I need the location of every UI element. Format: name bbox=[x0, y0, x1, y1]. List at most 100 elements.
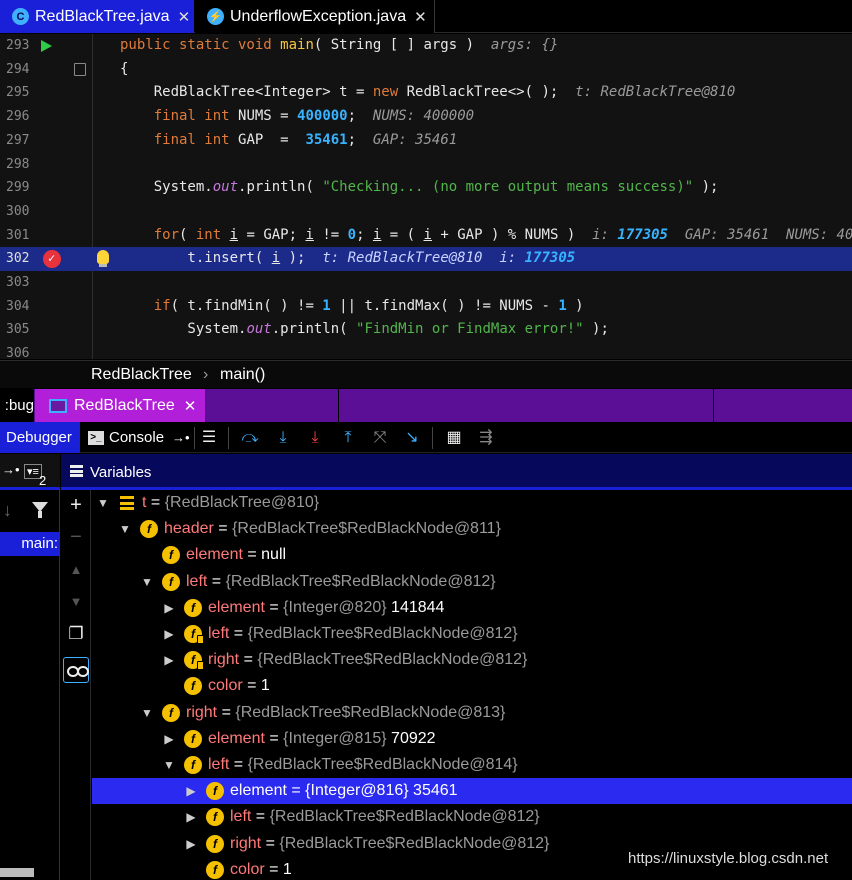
variable-row[interactable]: ▶ f element = {Integer@815} 70922 bbox=[92, 726, 852, 752]
close-icon[interactable]: ✕ bbox=[414, 8, 427, 26]
code-line[interactable]: 306 bbox=[0, 342, 852, 359]
step-into-icon[interactable]: ⤓ bbox=[273, 428, 293, 448]
step-over-icon[interactable]: ⤼ bbox=[240, 428, 260, 448]
code-line[interactable]: 302 t.insert( i ); t: RedBlackTree@810 i… bbox=[0, 247, 852, 271]
variable-row[interactable]: ▶ f right = {RedBlackTree$RedBlackNode@812… bbox=[92, 647, 852, 673]
debug-session-tab[interactable]: RedBlackTree ✕ bbox=[35, 389, 205, 422]
tab-debugger[interactable]: Debugger bbox=[0, 422, 80, 453]
variable-row[interactable]: f element = null bbox=[92, 542, 852, 568]
code-line[interactable]: 304 if( t.findMin( ) != 1 || t.findMax( … bbox=[0, 295, 852, 319]
line-number[interactable]: 294 bbox=[6, 58, 32, 82]
close-icon[interactable]: ✕ bbox=[178, 8, 191, 26]
trace-current-stream-icon[interactable]: ⇶ bbox=[476, 428, 496, 448]
code-line[interactable]: 293 public static void main( String [ ] a… bbox=[0, 34, 852, 58]
breadcrumb-method[interactable]: main() bbox=[220, 366, 265, 384]
line-number[interactable]: 300 bbox=[6, 200, 32, 224]
code-editor[interactable]: 293 public static void main( String [ ] a… bbox=[0, 34, 852, 359]
expand-arrow-icon[interactable]: ▶ bbox=[184, 831, 198, 857]
line-number[interactable]: 301 bbox=[6, 224, 32, 248]
line-number[interactable]: 298 bbox=[6, 153, 32, 177]
line-number[interactable]: 302 bbox=[6, 247, 32, 271]
line-number[interactable]: 305 bbox=[6, 318, 32, 342]
line-number[interactable]: 303 bbox=[6, 271, 32, 295]
code-line[interactable]: 301 for( int i = GAP; i != 0; i = ( i + … bbox=[0, 224, 852, 248]
code-line[interactable]: 303 bbox=[0, 271, 852, 295]
code-token: i bbox=[229, 226, 239, 243]
variable-row[interactable]: ▶ f left = {RedBlackTree$RedBlackNode@812} bbox=[92, 621, 852, 647]
collapse-arrow-icon[interactable]: ▼ bbox=[140, 569, 154, 595]
variable-name: right bbox=[230, 834, 262, 852]
line-number[interactable]: 295 bbox=[6, 81, 32, 105]
line-number[interactable]: 304 bbox=[6, 295, 32, 319]
breadcrumb-class[interactable]: RedBlackTree bbox=[91, 366, 192, 384]
move-up-icon[interactable]: ▲ bbox=[61, 562, 91, 577]
expand-arrow-icon[interactable]: ▶ bbox=[184, 804, 198, 830]
code-line[interactable]: 298 bbox=[0, 153, 852, 177]
code-line[interactable]: 294 { bbox=[0, 58, 852, 82]
code-line[interactable]: 300 bbox=[0, 200, 852, 224]
filter-icon[interactable] bbox=[32, 502, 48, 518]
run-to-cursor-icon[interactable]: ↘ bbox=[402, 428, 422, 448]
variable-row[interactable]: ▼ f left = {RedBlackTree$RedBlackNode@814} bbox=[92, 752, 852, 778]
variable-row[interactable]: ▼ f header = {RedBlackTree$RedBlackNode@81… bbox=[92, 516, 852, 542]
line-number[interactable]: 306 bbox=[6, 342, 32, 359]
tab-underflowexception-java[interactable]: ⚡ UnderflowException.java ✕ bbox=[195, 0, 435, 33]
evaluate-expression-icon[interactable]: ▦ bbox=[444, 428, 464, 448]
expand-arrow-icon[interactable]: ▶ bbox=[162, 647, 176, 673]
code-line[interactable]: 305 System.out.println( "FindMin or Find… bbox=[0, 318, 852, 342]
variable-text: element = {Integer@815} 70922 bbox=[208, 726, 436, 752]
expand-arrow-icon[interactable]: ▶ bbox=[162, 595, 176, 621]
show-execution-point-icon[interactable]: ☰ bbox=[199, 428, 219, 448]
tab-console[interactable]: >_ Console →• bbox=[84, 422, 190, 453]
line-number[interactable]: 297 bbox=[6, 129, 32, 153]
variable-row[interactable]: f color = 1 bbox=[92, 673, 852, 699]
threads-icon[interactable]: ▾≡ 2 bbox=[24, 464, 46, 488]
variable-row[interactable]: ▼ f right = {RedBlackTree$RedBlackNode@813… bbox=[92, 700, 852, 726]
force-step-into-icon[interactable]: ⤓ bbox=[305, 428, 325, 448]
variable-name: left bbox=[230, 808, 252, 826]
step-out-icon[interactable]: ⤒ bbox=[338, 428, 358, 448]
frame-item-main[interactable]: main: bbox=[0, 532, 60, 556]
variable-name: color bbox=[208, 677, 243, 695]
variable-row[interactable]: ▶ f element = {Integer@816} 35461 bbox=[92, 778, 852, 805]
collapse-arrow-icon[interactable]: ▼ bbox=[162, 752, 176, 778]
code-line[interactable]: 297 final int GAP = 35461; GAP: 35461 bbox=[0, 129, 852, 153]
variables-icon bbox=[70, 465, 83, 477]
breakpoint-icon[interactable] bbox=[43, 247, 61, 271]
drop-frame-icon[interactable]: ⤧ bbox=[370, 428, 390, 448]
move-down-icon[interactable]: ▼ bbox=[61, 594, 91, 609]
variable-row[interactable]: ▼ f left = {RedBlackTree$RedBlackNode@812} bbox=[92, 569, 852, 595]
close-icon[interactable]: ✕ bbox=[184, 397, 197, 415]
code-line[interactable]: 296 final int NUMS = 400000; NUMS: 40000… bbox=[0, 105, 852, 129]
console-pin-icon[interactable]: →• bbox=[172, 422, 190, 453]
show-watches-icon[interactable] bbox=[63, 657, 89, 683]
line-number[interactable]: 293 bbox=[6, 34, 32, 58]
fold-icon[interactable] bbox=[74, 62, 86, 76]
line-number[interactable]: 296 bbox=[6, 105, 32, 129]
horizontal-scrollbar[interactable] bbox=[0, 868, 34, 877]
code-line[interactable]: 295 RedBlackTree<Integer> t = new RedBla… bbox=[0, 81, 852, 105]
variable-text: header = {RedBlackTree$RedBlackNode@811} bbox=[164, 516, 501, 542]
expand-arrow-icon[interactable]: ▶ bbox=[162, 621, 176, 647]
restore-layout-icon[interactable]: →• bbox=[2, 462, 20, 477]
run-gutter-icon[interactable] bbox=[41, 40, 52, 52]
line-number[interactable]: 299 bbox=[6, 176, 32, 200]
collapse-arrow-icon[interactable]: ▼ bbox=[96, 490, 110, 516]
expand-arrow-icon[interactable]: ▶ bbox=[184, 778, 198, 804]
variable-row[interactable]: ▼ t = {RedBlackTree@810} bbox=[92, 490, 852, 516]
tab-redblacktree-java[interactable]: C RedBlackTree.java ✕ bbox=[0, 0, 194, 33]
variable-row[interactable]: ▶ f left = {RedBlackTree$RedBlackNode@812} bbox=[92, 804, 852, 830]
add-watch-icon[interactable]: + bbox=[61, 494, 91, 517]
variables-tree[interactable]: ▼ t = {RedBlackTree@810} ▼ f header = {RedBl… bbox=[92, 490, 852, 880]
code-text: if( t.findMin( ) != 1 || t.findMax( ) !=… bbox=[120, 295, 584, 319]
breadcrumb-separator: › bbox=[203, 366, 209, 383]
expand-arrow-icon[interactable]: ▶ bbox=[162, 726, 176, 752]
collapse-arrow-icon[interactable]: ▼ bbox=[140, 700, 154, 726]
intention-bulb-icon[interactable] bbox=[97, 250, 109, 268]
arrow-down-icon[interactable]: ↓ bbox=[3, 500, 12, 521]
remove-watch-icon[interactable]: − bbox=[61, 526, 91, 549]
code-line[interactable]: 299 System.out.println( "Checking... (no… bbox=[0, 176, 852, 200]
collapse-arrow-icon[interactable]: ▼ bbox=[118, 516, 132, 542]
variable-row[interactable]: ▶ f element = {Integer@820} 141844 bbox=[92, 595, 852, 621]
duplicate-watch-icon[interactable]: ❐ bbox=[61, 624, 91, 644]
